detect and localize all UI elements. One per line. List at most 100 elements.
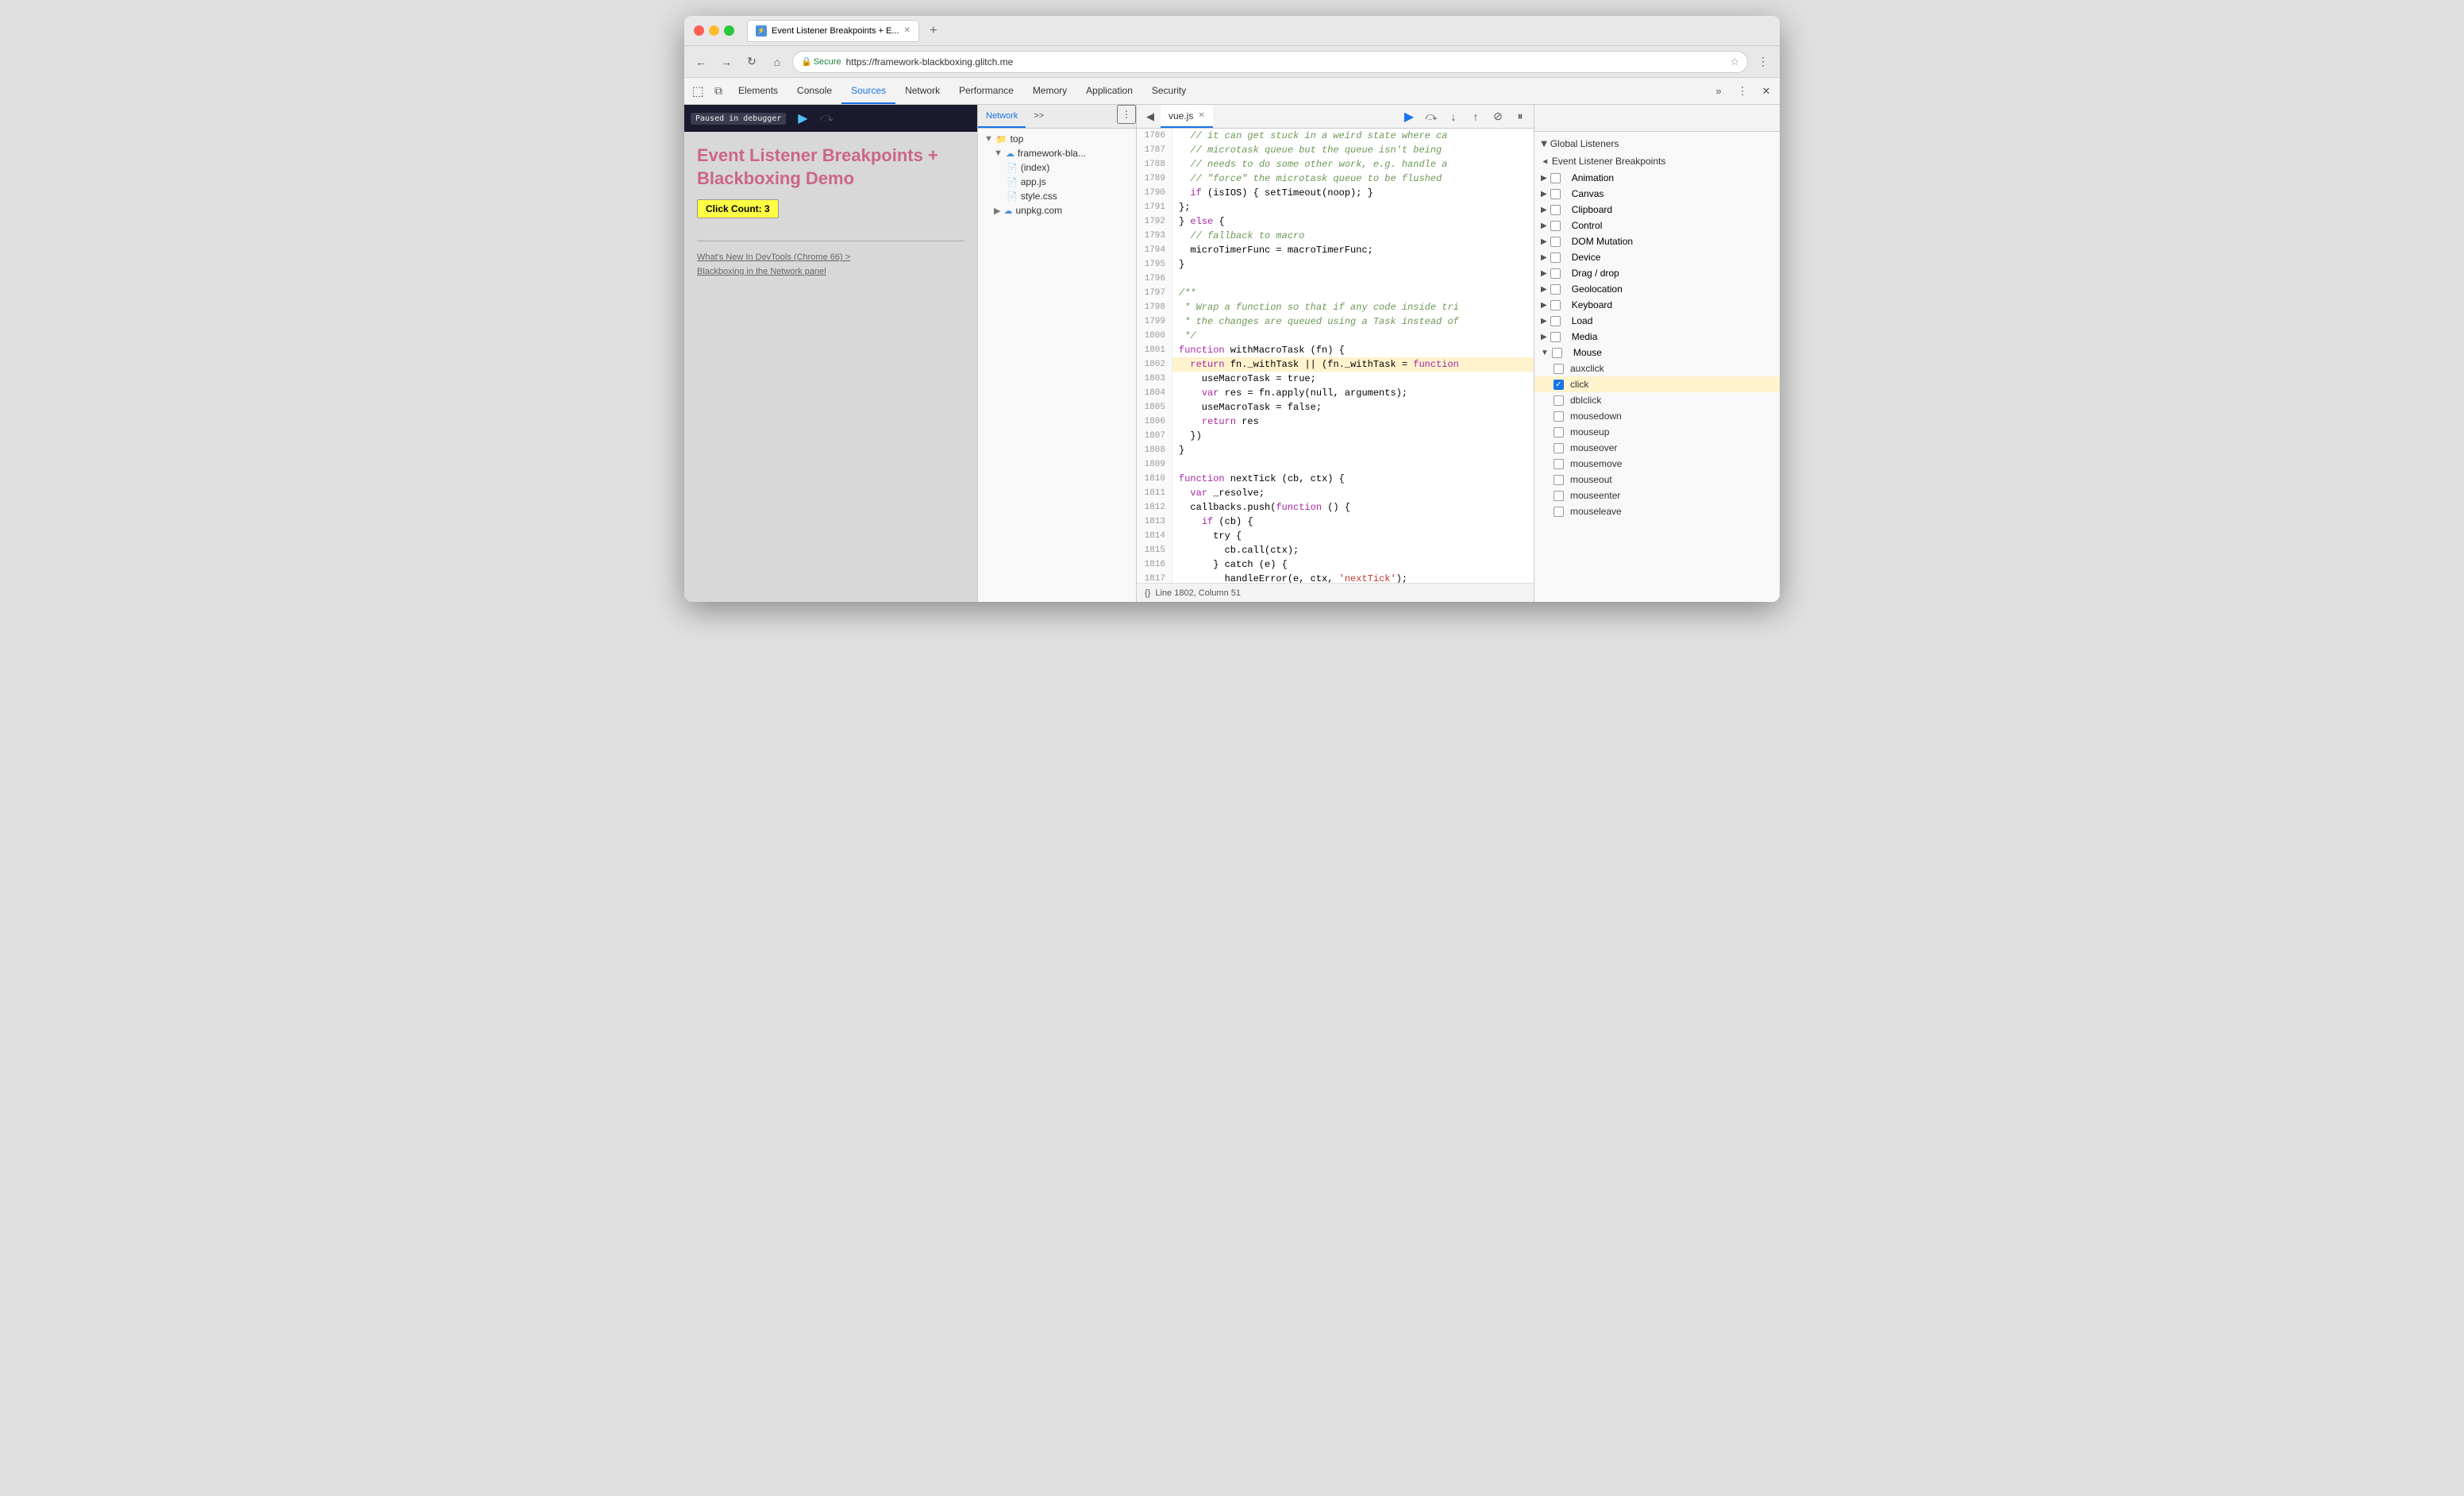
- tree-item-top[interactable]: ▼ 📁 top: [978, 132, 1136, 146]
- maximize-button[interactable]: [724, 25, 734, 36]
- tree-item-framework[interactable]: ▼ ☁ framework-bla...: [978, 146, 1136, 160]
- tab-sources[interactable]: Sources: [841, 78, 895, 104]
- home-button[interactable]: ⌂: [767, 52, 787, 72]
- code-line[interactable]: 1792} else {: [1137, 214, 1534, 229]
- code-line[interactable]: 1789 // "force" the microtask queue to b…: [1137, 172, 1534, 186]
- code-line[interactable]: 1813 if (cb) {: [1137, 515, 1534, 529]
- tree-item-stylecss[interactable]: 📄 style.css: [978, 189, 1136, 203]
- sources-more-button[interactable]: ⋮: [1117, 105, 1136, 124]
- section-checkbox[interactable]: [1550, 268, 1561, 279]
- bp-checkbox-dblclick[interactable]: [1553, 395, 1564, 406]
- section-checkbox[interactable]: [1550, 332, 1561, 342]
- code-line[interactable]: 1800 */: [1137, 329, 1534, 343]
- section-checkbox[interactable]: [1550, 237, 1561, 247]
- tree-item-appjs[interactable]: 📄 app.js: [978, 175, 1136, 189]
- bp-checkbox-click[interactable]: ✓: [1553, 380, 1564, 390]
- code-line[interactable]: 1799 * the changes are queued using a Ta…: [1137, 314, 1534, 329]
- bp-section-header-control[interactable]: ▶Control: [1534, 218, 1780, 233]
- tab-memory[interactable]: Memory: [1023, 78, 1076, 104]
- format-icon[interactable]: {}: [1145, 588, 1150, 598]
- code-line[interactable]: 1808}: [1137, 443, 1534, 457]
- code-line[interactable]: 1791};: [1137, 200, 1534, 214]
- bp-item-mouseup[interactable]: mouseup: [1534, 424, 1780, 440]
- section-checkbox[interactable]: [1552, 348, 1562, 358]
- tab-application[interactable]: Application: [1076, 78, 1142, 104]
- code-line[interactable]: 1787 // microtask queue but the queue is…: [1137, 143, 1534, 157]
- bp-checkbox-auxclick[interactable]: [1553, 364, 1564, 374]
- tree-item-unpkg[interactable]: ▶ ☁ unpkg.com: [978, 203, 1136, 218]
- step-over-button[interactable]: ⤼: [816, 108, 837, 129]
- bp-checkbox-mouseup[interactable]: [1553, 427, 1564, 438]
- step-over-script-button[interactable]: ⤼: [1421, 106, 1442, 127]
- bp-section-header-canvas[interactable]: ▶Canvas: [1534, 186, 1780, 202]
- code-line[interactable]: 1815 cb.call(ctx);: [1137, 543, 1534, 557]
- bp-section-header-mouse[interactable]: ▼Mouse: [1534, 345, 1780, 361]
- bp-section-header-geolocation[interactable]: ▶Geolocation: [1534, 281, 1780, 297]
- bp-section-header-device[interactable]: ▶Device: [1534, 249, 1780, 265]
- editor-nav-back-button[interactable]: ◀: [1140, 106, 1161, 127]
- bp-section-header-drag-/-drop[interactable]: ▶Drag / drop: [1534, 265, 1780, 281]
- inspect-element-button[interactable]: ⬚: [687, 81, 708, 102]
- bp-checkbox-mousemove[interactable]: [1553, 459, 1564, 469]
- blackboxing-link[interactable]: Blackboxing in the Network panel: [697, 265, 964, 280]
- click-count-button[interactable]: Click Count: 3: [697, 199, 779, 218]
- code-line[interactable]: 1798 * Wrap a function so that if any co…: [1137, 300, 1534, 314]
- devtools-settings-button[interactable]: ⋮: [1732, 81, 1753, 102]
- step-into-script-button[interactable]: ↓: [1443, 106, 1464, 127]
- section-checkbox[interactable]: [1550, 221, 1561, 231]
- bp-item-mousedown[interactable]: mousedown: [1534, 408, 1780, 424]
- bp-checkbox-mousedown[interactable]: [1553, 411, 1564, 422]
- bp-item-mousemove[interactable]: mousemove: [1534, 456, 1780, 472]
- step-out-script-button[interactable]: ↑: [1465, 106, 1486, 127]
- minimize-button[interactable]: [709, 25, 719, 36]
- bp-section-header-clipboard[interactable]: ▶Clipboard: [1534, 202, 1780, 218]
- code-line[interactable]: 1810function nextTick (cb, ctx) {: [1137, 472, 1534, 486]
- close-devtools-button[interactable]: ✕: [1756, 81, 1777, 102]
- section-checkbox[interactable]: [1550, 316, 1561, 326]
- url-bar[interactable]: 🔒 Secure https://framework-blackboxing.g…: [792, 51, 1748, 73]
- code-line[interactable]: 1796: [1137, 272, 1534, 286]
- code-line[interactable]: 1788 // needs to do some other work, e.g…: [1137, 157, 1534, 172]
- code-line[interactable]: 1795}: [1137, 257, 1534, 272]
- tab-network[interactable]: Network: [895, 78, 949, 104]
- sources-subtab-more[interactable]: >>: [1026, 105, 1052, 128]
- editor-tab-vuejs[interactable]: vue.js ✕: [1161, 105, 1213, 128]
- bp-section-header-keyboard[interactable]: ▶Keyboard: [1534, 297, 1780, 313]
- code-line[interactable]: 1805 useMacroTask = false;: [1137, 400, 1534, 414]
- section-checkbox[interactable]: [1550, 173, 1561, 183]
- bp-item-mouseout[interactable]: mouseout: [1534, 472, 1780, 488]
- code-line[interactable]: 1807 }): [1137, 429, 1534, 443]
- bp-section-header-animation[interactable]: ▶Animation: [1534, 170, 1780, 186]
- forward-button[interactable]: →: [716, 52, 737, 72]
- bp-checkbox-mouseenter[interactable]: [1553, 491, 1564, 501]
- sources-subtab-network[interactable]: Network: [978, 105, 1026, 128]
- resume-button[interactable]: ▶: [792, 108, 813, 129]
- new-tab-button[interactable]: +: [922, 20, 945, 42]
- section-global-listeners[interactable]: ▶ Global Listeners: [1534, 135, 1780, 152]
- section-checkbox[interactable]: [1550, 284, 1561, 295]
- tab-elements[interactable]: Elements: [729, 78, 787, 104]
- deactivate-breakpoints-button[interactable]: ⊘: [1488, 106, 1508, 127]
- browser-tab-active[interactable]: ⚡ Event Listener Breakpoints + E... ✕: [747, 20, 919, 42]
- bp-checkbox-mouseover[interactable]: [1553, 443, 1564, 453]
- editor-tab-close-icon[interactable]: ✕: [1198, 111, 1204, 120]
- code-line[interactable]: 1803 useMacroTask = true;: [1137, 372, 1534, 386]
- code-line[interactable]: 1797/**: [1137, 286, 1534, 300]
- tab-close-icon[interactable]: ✕: [904, 26, 911, 35]
- tab-console[interactable]: Console: [787, 78, 841, 104]
- code-line[interactable]: 1809: [1137, 457, 1534, 472]
- bp-item-auxclick[interactable]: auxclick: [1534, 361, 1780, 376]
- code-line[interactable]: 1804 var res = fn.apply(null, arguments)…: [1137, 386, 1534, 400]
- code-area[interactable]: 1786 // it can get stuck in a weird stat…: [1137, 129, 1534, 583]
- tree-item-index[interactable]: 📄 (index): [978, 160, 1136, 175]
- star-icon[interactable]: ☆: [1730, 56, 1739, 68]
- bp-item-mouseover[interactable]: mouseover: [1534, 440, 1780, 456]
- section-checkbox[interactable]: [1550, 189, 1561, 199]
- bp-item-dblclick[interactable]: dblclick: [1534, 392, 1780, 408]
- back-button[interactable]: ←: [691, 52, 711, 72]
- pause-on-exception-button[interactable]: ⏸: [1510, 106, 1530, 127]
- code-line[interactable]: 1794 microTimerFunc = macroTimerFunc;: [1137, 243, 1534, 257]
- code-line[interactable]: 1790 if (isIOS) { setTimeout(noop); }: [1137, 186, 1534, 200]
- reload-button[interactable]: ↻: [741, 52, 762, 72]
- section-event-listener-header[interactable]: ▼ Event Listener Breakpoints: [1534, 152, 1780, 170]
